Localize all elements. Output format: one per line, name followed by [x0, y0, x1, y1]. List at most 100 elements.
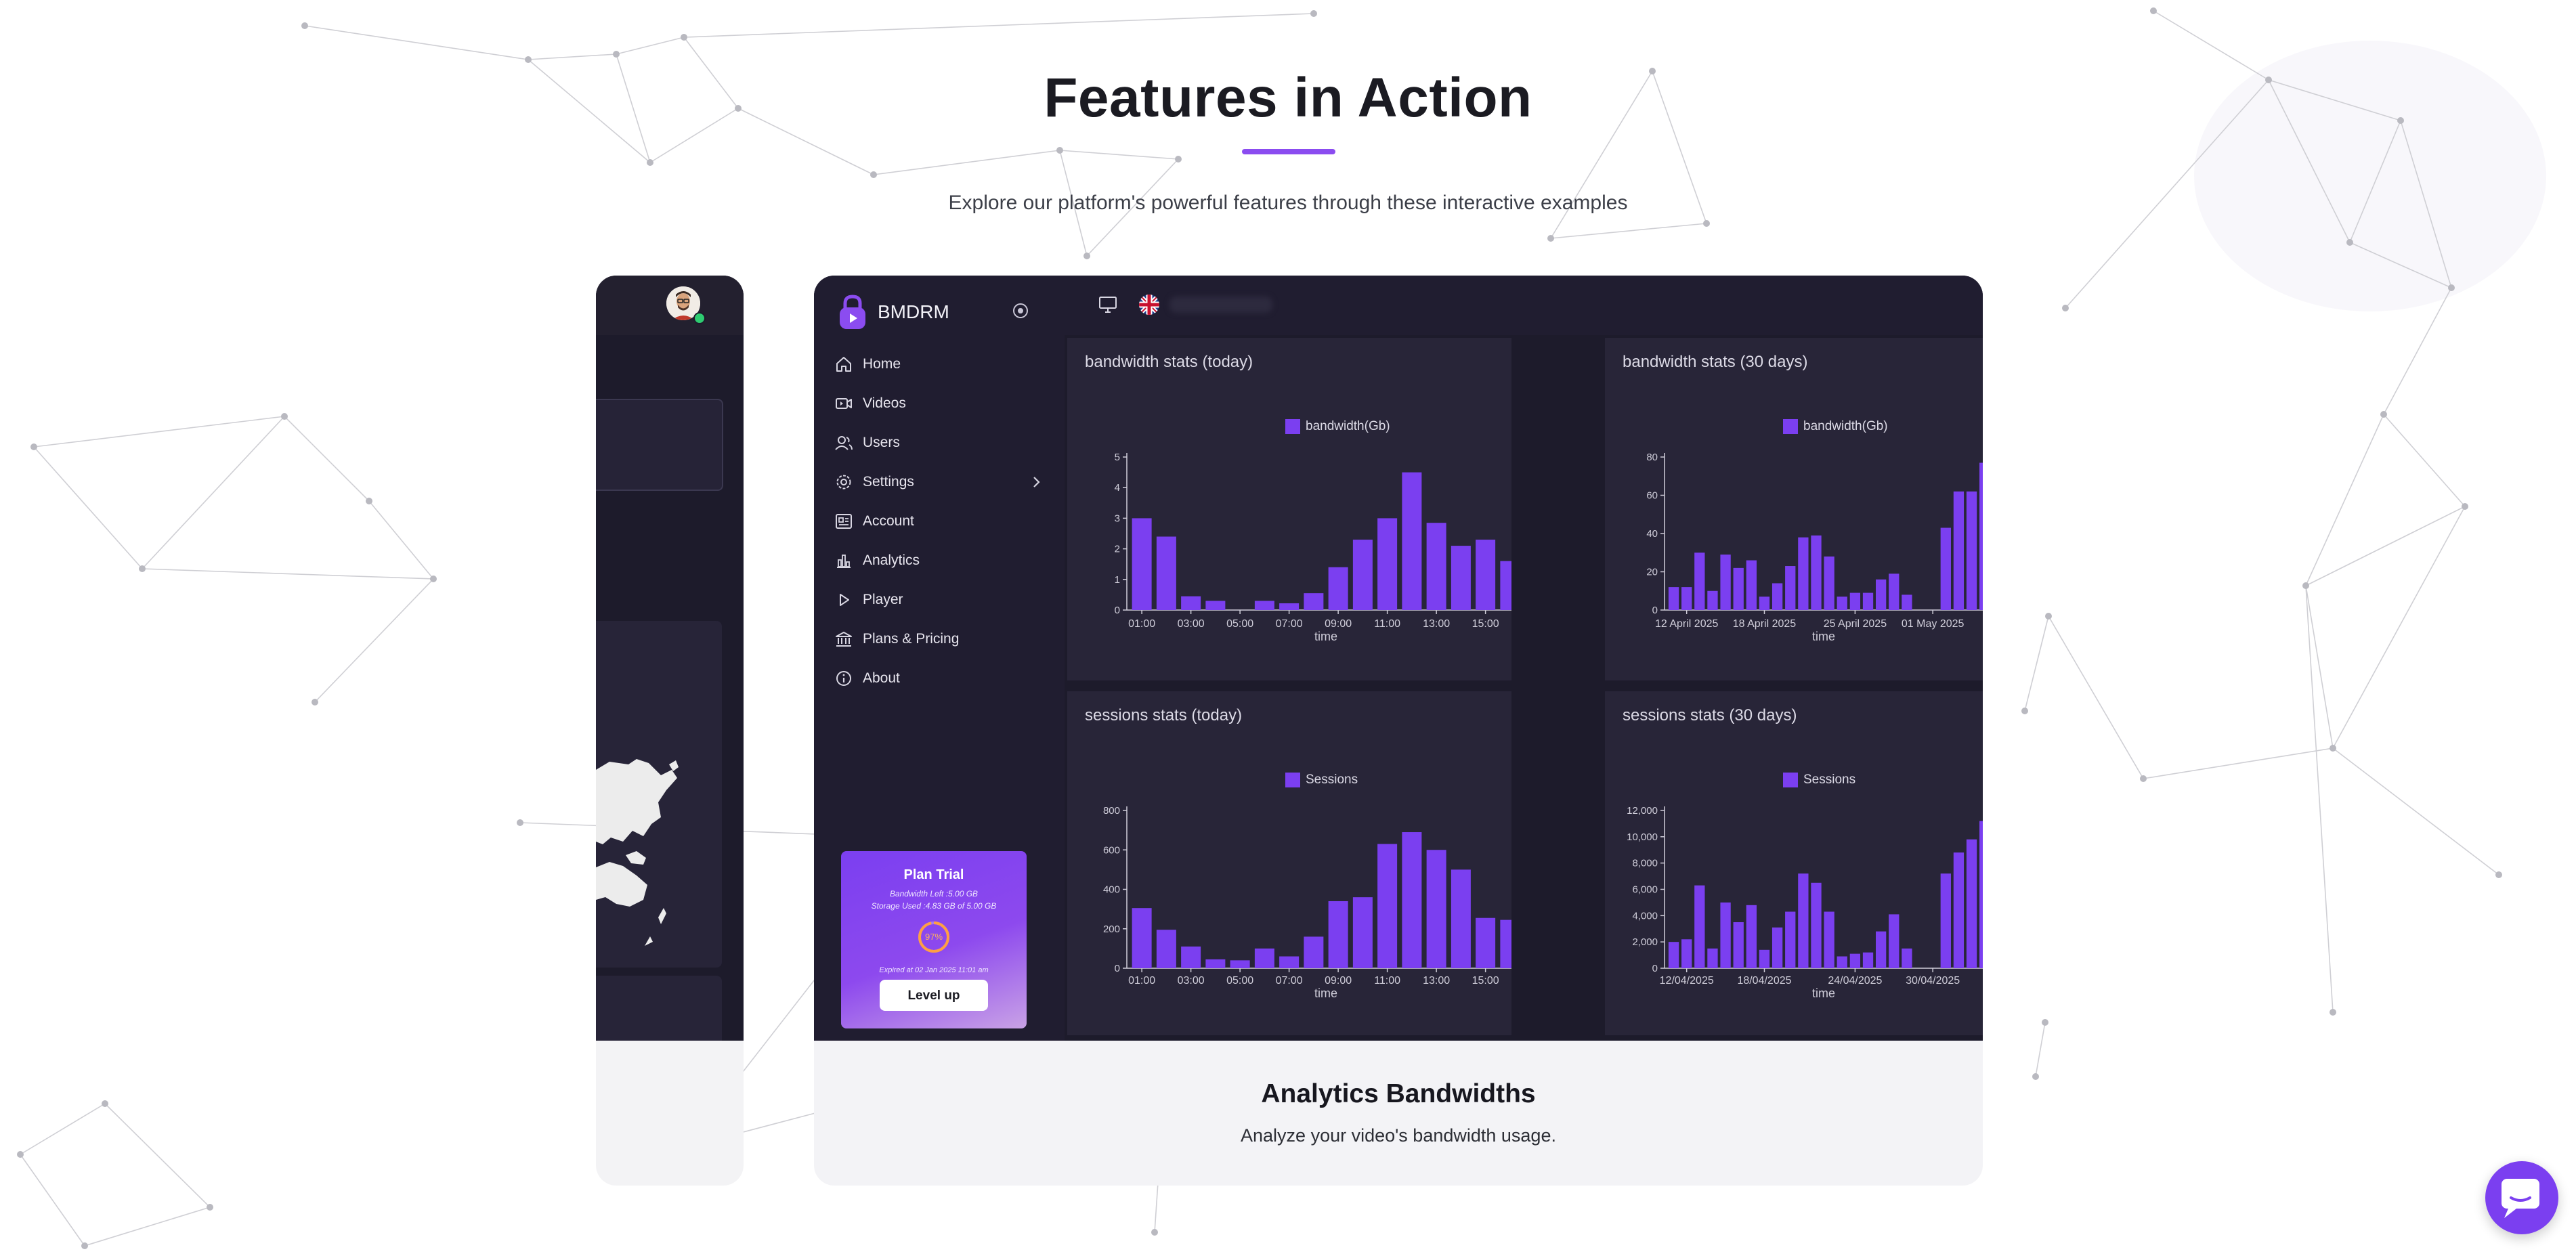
x-tick-label: 09:00	[1325, 618, 1352, 630]
bar[interactable]	[1785, 566, 1796, 610]
theme-toggle[interactable]	[1013, 303, 1028, 318]
network-line	[314, 578, 434, 703]
sidebar-item-plans-pricing[interactable]: Plans & Pricing	[834, 626, 1044, 653]
sidebar-item-analytics[interactable]: Analytics	[834, 547, 1044, 574]
bar[interactable]	[1720, 555, 1731, 610]
bar[interactable]	[1328, 901, 1348, 968]
bar[interactable]	[1681, 587, 1692, 610]
monitor-icon[interactable]	[1098, 296, 1117, 313]
bar[interactable]	[1476, 917, 1496, 968]
bar[interactable]	[1156, 930, 1176, 968]
bar[interactable]	[1940, 873, 1951, 968]
bar[interactable]	[1966, 491, 1977, 610]
bar[interactable]	[1979, 462, 1983, 610]
bar[interactable]	[1837, 597, 1847, 610]
bar[interactable]	[1328, 567, 1348, 610]
bar[interactable]	[1811, 535, 1822, 610]
bar[interactable]	[1694, 885, 1705, 968]
bar[interactable]	[1668, 942, 1679, 968]
sidebar-item-label: Users	[863, 435, 900, 450]
bar[interactable]	[1772, 583, 1783, 610]
sidebar-item-settings[interactable]: Settings	[834, 469, 1044, 496]
bar[interactable]	[1837, 956, 1847, 968]
bar[interactable]	[1889, 573, 1899, 610]
bar[interactable]	[1979, 821, 1983, 968]
bar[interactable]	[1862, 592, 1874, 610]
bar[interactable]	[1132, 518, 1152, 610]
bar[interactable]	[1681, 939, 1692, 968]
bar[interactable]	[1876, 579, 1887, 610]
bar[interactable]	[1707, 590, 1718, 610]
bar[interactable]	[1785, 911, 1796, 968]
bar[interactable]	[1352, 897, 1373, 968]
sidebar-item-player[interactable]: Player	[834, 586, 1044, 613]
bar[interactable]	[1849, 592, 1861, 610]
chat-widget-button[interactable]	[2485, 1161, 2558, 1234]
bar[interactable]	[1352, 540, 1373, 610]
bar[interactable]	[1500, 919, 1511, 968]
uk-flag-icon[interactable]	[1139, 295, 1159, 315]
y-tick-label: 8,000	[1632, 858, 1658, 869]
bar[interactable]	[1279, 956, 1300, 968]
bar[interactable]	[1205, 959, 1226, 968]
bar[interactable]	[1426, 523, 1446, 610]
chevron-right-icon[interactable]	[1028, 474, 1044, 490]
sidebar-item-videos[interactable]: Videos	[834, 390, 1044, 417]
bar[interactable]	[1181, 946, 1201, 968]
bar[interactable]	[1953, 852, 1965, 968]
bar[interactable]	[1707, 948, 1718, 968]
bar[interactable]	[1476, 540, 1496, 610]
bar[interactable]	[1720, 902, 1731, 968]
bar[interactable]	[1304, 593, 1324, 610]
bar[interactable]	[1889, 914, 1899, 968]
bar[interactable]	[1824, 556, 1834, 610]
sidebar-item-label: Plans & Pricing	[863, 631, 960, 647]
bar[interactable]	[1953, 491, 1965, 610]
bar[interactable]	[1451, 869, 1471, 968]
bar[interactable]	[1205, 601, 1226, 610]
bar[interactable]	[1733, 922, 1744, 968]
bar[interactable]	[1772, 927, 1783, 968]
bar[interactable]	[1254, 601, 1274, 610]
bar[interactable]	[1451, 546, 1471, 610]
bar[interactable]	[1940, 527, 1951, 610]
bar-chart-icon	[837, 555, 851, 568]
bar[interactable]	[1862, 952, 1874, 968]
bar[interactable]	[1876, 931, 1887, 968]
sidebar-item-about[interactable]: About	[834, 665, 1044, 692]
bar[interactable]	[1694, 552, 1705, 610]
bar[interactable]	[1849, 953, 1861, 968]
bar[interactable]	[1402, 832, 1422, 968]
bar[interactable]	[1230, 960, 1250, 968]
sidebar-item-account[interactable]: Account	[834, 508, 1044, 535]
bar[interactable]	[1181, 596, 1201, 610]
bar[interactable]	[1798, 873, 1809, 968]
bar[interactable]	[1902, 594, 1912, 610]
bar[interactable]	[1966, 839, 1977, 968]
feature-card-analytics[interactable]: BMDRM Home Videos Users Settings Account…	[814, 276, 1983, 1186]
bar[interactable]	[1824, 911, 1834, 968]
bar[interactable]	[1279, 603, 1300, 610]
bar[interactable]	[1377, 518, 1398, 610]
bar[interactable]	[1746, 560, 1757, 610]
bar[interactable]	[1798, 537, 1809, 610]
bar[interactable]	[1759, 949, 1770, 968]
bar[interactable]	[1254, 948, 1274, 968]
bar[interactable]	[1759, 597, 1770, 610]
bar[interactable]	[1402, 472, 1422, 610]
bar[interactable]	[1156, 536, 1176, 610]
bar[interactable]	[1733, 567, 1744, 610]
bar[interactable]	[1132, 908, 1152, 968]
bar[interactable]	[1377, 844, 1398, 968]
previous-feature-card[interactable]	[596, 276, 744, 1186]
bar[interactable]	[1746, 905, 1757, 968]
bar[interactable]	[1304, 936, 1324, 968]
sidebar-item-home[interactable]: Home	[834, 351, 1044, 378]
sidebar-item-users[interactable]: Users	[834, 429, 1044, 456]
bar[interactable]	[1500, 561, 1511, 610]
level-up-button[interactable]: Level up	[880, 980, 988, 1011]
bar[interactable]	[1811, 882, 1822, 968]
bar[interactable]	[1902, 948, 1912, 968]
bar[interactable]	[1668, 587, 1679, 610]
bar[interactable]	[1426, 850, 1446, 968]
